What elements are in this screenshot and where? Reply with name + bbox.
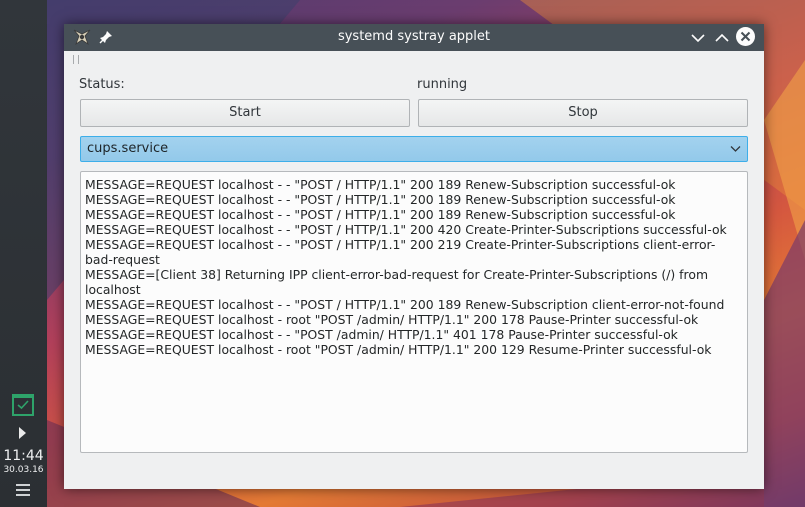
chevron-up-icon[interactable] [712, 28, 732, 48]
log-line: MESSAGE=[Client 38] Returning IPP client… [85, 267, 712, 297]
log-line: MESSAGE=REQUEST localhost - - "POST / HT… [85, 177, 676, 192]
window-titlebar[interactable]: systemd systray applet [64, 24, 764, 51]
status-value: running [417, 77, 468, 92]
log-line: MESSAGE=REQUEST localhost - - "POST /adm… [85, 327, 678, 342]
log-line: MESSAGE=REQUEST localhost - - "POST / HT… [85, 207, 676, 222]
start-button[interactable]: Start [80, 99, 410, 127]
chevron-down-icon[interactable] [688, 28, 708, 48]
clock-date[interactable]: 30.03.16 [0, 465, 47, 475]
window-title: systemd systray applet [337, 29, 491, 44]
panel-menu-icon[interactable] [16, 484, 30, 499]
log-line: MESSAGE=REQUEST localhost - - "POST / HT… [85, 192, 676, 207]
journal-log[interactable]: MESSAGE=REQUEST localhost - - "POST / HT… [80, 171, 748, 453]
status-label: Status: [79, 77, 125, 92]
service-select-value: cups.service [87, 141, 169, 156]
systemd-tray-icon[interactable] [12, 394, 34, 416]
log-line: MESSAGE=REQUEST localhost - root "POST /… [85, 312, 699, 327]
toolbar-grip[interactable] [73, 55, 79, 64]
log-line: MESSAGE=REQUEST localhost - - "POST / HT… [85, 297, 725, 312]
stop-button[interactable]: Stop [418, 99, 748, 127]
log-line: MESSAGE=REQUEST localhost - - "POST / HT… [85, 222, 727, 237]
plasma-panel: 11:44 30.03.16 [0, 0, 47, 507]
close-icon[interactable] [736, 27, 755, 46]
log-line: MESSAGE=REQUEST localhost - - "POST / HT… [85, 237, 716, 267]
service-select[interactable]: cups.service [80, 136, 748, 162]
clock-time[interactable]: 11:44 [0, 448, 47, 464]
applet-window: systemd systray applet Status: running S… [64, 24, 764, 489]
chevron-down-icon [730, 146, 741, 152]
log-line: MESSAGE=REQUEST localhost - root "POST /… [85, 342, 712, 357]
tray-expand-arrow-icon[interactable] [19, 427, 26, 439]
